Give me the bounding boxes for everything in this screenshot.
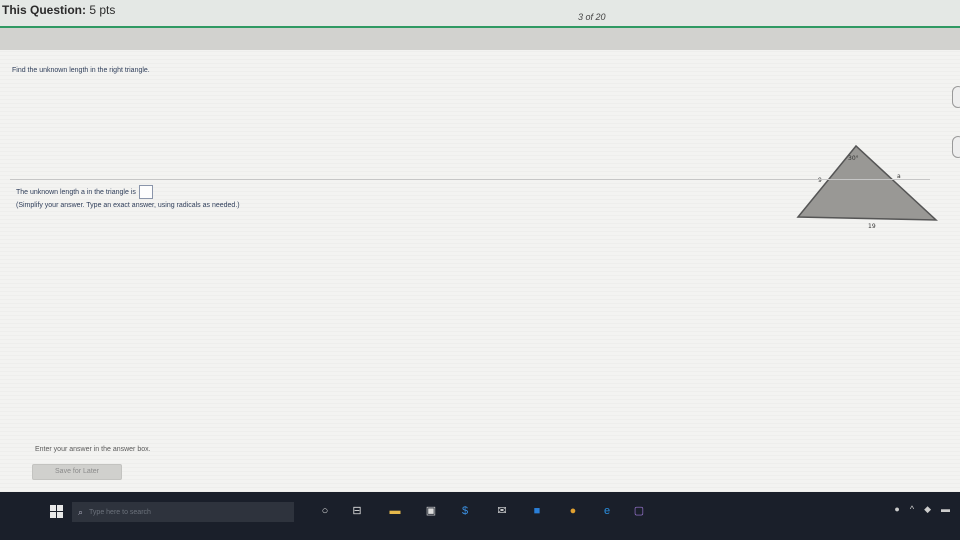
answer-line: The unknown length a in the triangle is [16,185,153,199]
store-icon[interactable]: ▣ [424,504,438,518]
question-points: This Question: 5 pts [2,3,115,17]
question-prompt: Find the unknown length in the right tri… [12,67,150,74]
network-icon[interactable]: ◆ [924,504,931,515]
notification-icon[interactable]: ✉ [495,504,509,518]
footer-instruction: Enter your answer in the answer box. [35,446,151,453]
save-for-later-button[interactable]: Save for Later [32,464,122,480]
base-label: 19 [868,223,876,230]
points-value: 5 pts [89,3,116,17]
mail-icon[interactable]: ■ [530,504,544,518]
file-explorer-icon[interactable]: ▬ [388,504,402,518]
taskbar-row: ⌕ Type here to search ○ ⊟ ▬ ▣ $ ✉ ■ ● e … [0,502,960,522]
question-content: Find the unknown length in the right tri… [0,50,960,492]
chevron-up-icon[interactable]: ^ [910,504,914,515]
system-tray: ● ^ ◆ ▬ [894,504,950,515]
answer-input[interactable] [138,185,153,199]
premiere-icon[interactable]: ▢ [632,504,646,518]
search-icon: ⌕ [78,506,84,517]
stock-icon[interactable]: $ [458,504,472,518]
taskbar-search[interactable]: ⌕ Type here to search [72,502,294,522]
quiz-window: This Question: 5 pts 3 of 20 Find the un… [0,0,960,492]
task-view-icon[interactable]: ⊟ [350,504,364,518]
chrome-tray-icon[interactable]: ● [894,504,899,515]
volume-icon[interactable]: ▬ [941,504,950,515]
edge-icon[interactable]: e [600,504,614,518]
answer-hint: (Simplify your answer. Type an exact ans… [16,202,240,209]
search-placeholder: Type here to search [89,508,151,516]
windows-icon[interactable] [50,505,64,519]
chrome-icon[interactable]: ● [566,504,580,518]
side-handle-top[interactable] [952,86,960,108]
answer-label: The unknown length a in the triangle is [16,188,136,196]
header-strip [0,28,960,50]
question-header: This Question: 5 pts 3 of 20 [0,0,960,28]
taskbar: ⌕ Type here to search ○ ⊟ ▬ ▣ $ ✉ ■ ● e … [0,492,960,540]
right-triangle-figure: 30° 9 a 19 [796,144,938,230]
question-counter: 3 of 20 [578,12,606,22]
side-handle-bottom[interactable] [952,136,960,158]
question-label: This Question: [2,3,86,17]
angle-label: 30° [848,155,859,162]
cortana-icon[interactable]: ○ [318,504,332,518]
divider [10,179,930,180]
